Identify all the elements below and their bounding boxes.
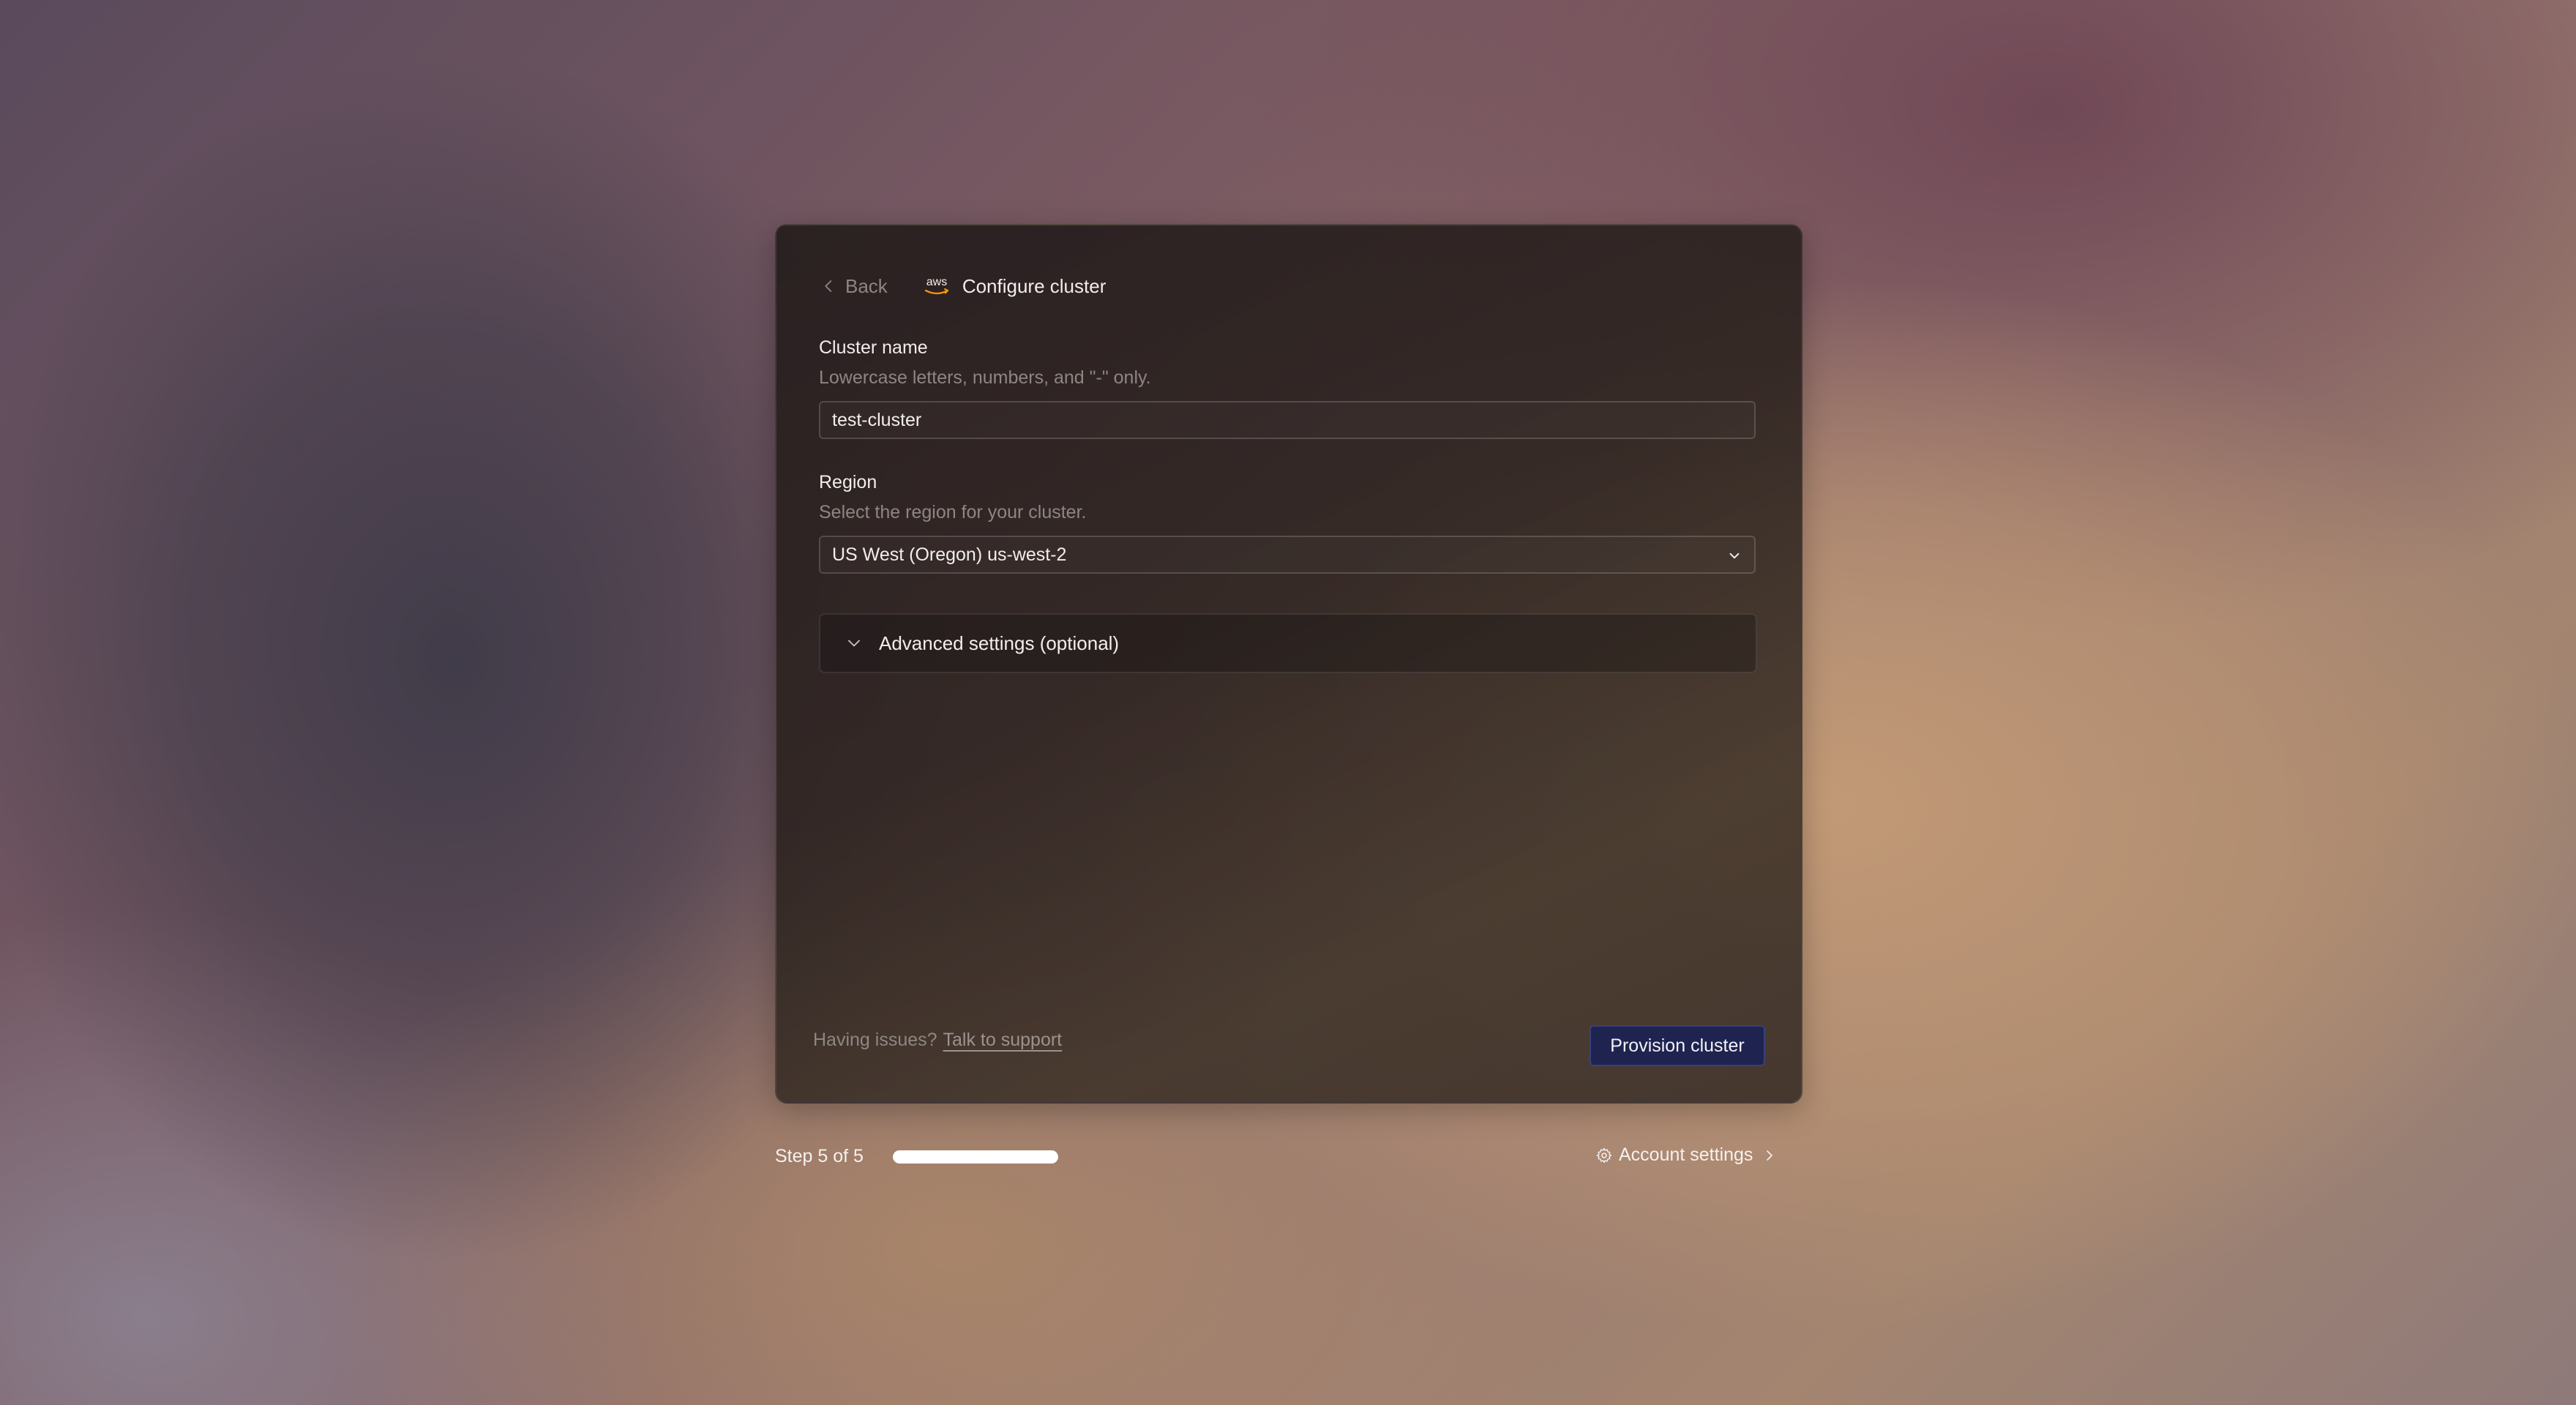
provision-cluster-button[interactable]: Provision cluster [1590,1025,1765,1066]
chevron-down-icon [1729,552,1740,559]
cluster-name-label: Cluster name [819,337,928,358]
account-settings-link[interactable]: Account settings [1595,1144,1778,1166]
account-settings-label: Account settings [1619,1144,1753,1165]
page-title: Configure cluster [962,274,1107,297]
progress-bar [893,1150,1058,1164]
chevron-down-icon [848,640,860,647]
cluster-name-help: Lowercase letters, numbers, and "-" only… [819,367,1151,388]
chevron-left-icon [825,280,832,292]
support-prompt: Having issues? Talk to support [813,1030,1062,1051]
chevron-right-icon [1767,1150,1773,1161]
aws-logo-icon: aws [924,276,948,295]
configure-cluster-card: Back aws Configure cluster Cluster name … [775,224,1802,1104]
region-selected-value: US West (Oregon) us-west-2 [832,544,1067,565]
progress-bar-fill [893,1150,1058,1164]
region-select[interactable]: US West (Oregon) us-west-2 [819,536,1756,574]
gear-icon [1596,1147,1612,1163]
cluster-name-input[interactable]: test-cluster [819,401,1756,439]
region-label: Region [819,472,877,492]
advanced-settings-toggle[interactable]: Advanced settings (optional) [819,613,1757,673]
card-header: Back aws Configure cluster [819,268,1106,304]
svg-text:aws: aws [926,276,947,288]
advanced-settings-label: Advanced settings (optional) [879,632,1120,654]
talk-to-support-link[interactable]: Talk to support [943,1030,1063,1051]
back-label: Back [845,274,888,297]
step-indicator: Step 5 of 5 [775,1146,864,1166]
region-help: Select the region for your cluster. [819,502,1087,522]
cluster-name-value: test-cluster [832,409,922,430]
back-button[interactable]: Back [819,275,888,298]
issues-text: Having issues? [813,1030,937,1050]
